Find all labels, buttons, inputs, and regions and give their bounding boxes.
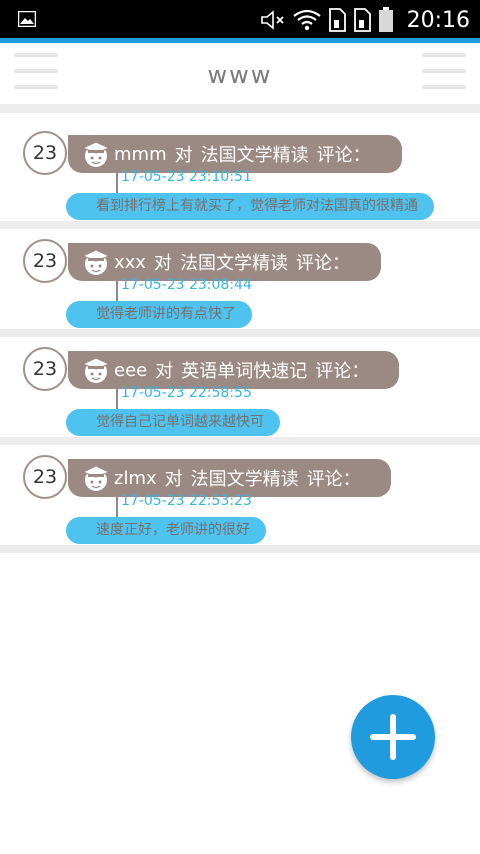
- comment-card[interactable]: 23 eee 对 英语单词快速记 评论： 17-05-23 22:58:55 觉…: [0, 337, 480, 445]
- row-separator: [0, 329, 480, 337]
- username: mmm: [114, 143, 167, 165]
- graduate-avatar-icon: [82, 357, 110, 383]
- image-icon: [18, 11, 36, 27]
- graduate-avatar-icon: [82, 141, 110, 167]
- comment-header-pill: zlmx 对 法国文学精读 评论：: [68, 459, 391, 497]
- row-separator: [0, 437, 480, 445]
- row-separator: [0, 545, 480, 553]
- comment-card[interactable]: 23 xxx 对 法国文学精读 评论： 17-05-23 23:08:44 觉得…: [0, 229, 480, 337]
- battery-icon: [378, 7, 393, 32]
- page-title: www: [207, 61, 273, 89]
- sim1-icon: [328, 8, 346, 32]
- add-button[interactable]: [351, 695, 435, 779]
- status-bar: 20:16: [0, 0, 480, 38]
- graduate-avatar-icon: [82, 249, 110, 275]
- verb-text: 对: [155, 361, 174, 382]
- action-text: 评论：: [295, 253, 350, 274]
- mute-icon: [260, 10, 284, 30]
- username: zlmx: [114, 467, 157, 489]
- comment-bubble: 看到排行榜上有就买了，觉得老师对法国真的很精通: [66, 193, 434, 220]
- count-badge: 23: [23, 239, 67, 283]
- course-name: 英语单词快速记: [181, 361, 308, 382]
- comment-card[interactable]: 23 zlmx 对 法国文学精读 评论： 17-05-23 22:53:23 速…: [0, 445, 480, 553]
- comment-header-pill: mmm 对 法国文学精读 评论：: [68, 135, 402, 173]
- comment-header-pill: eee 对 英语单词快速记 评论：: [68, 351, 399, 389]
- verb-text: 对: [153, 253, 172, 274]
- comment-time: 17-05-23 23:10:51: [121, 169, 252, 185]
- action-text: 评论：: [306, 469, 361, 490]
- graduate-avatar-icon: [82, 465, 110, 491]
- comment-time: 17-05-23 22:58:55: [121, 385, 252, 401]
- comment-time: 17-05-23 23:08:44: [121, 277, 252, 293]
- plus-icon-vertical: [390, 714, 396, 760]
- course-name: 法国文学精读: [200, 145, 309, 166]
- course-name: 法国文学精读: [179, 253, 288, 274]
- status-time: 20:16: [406, 7, 470, 33]
- divider: [0, 104, 480, 113]
- row-separator: [0, 221, 480, 229]
- sim2-icon: [353, 8, 371, 32]
- count-badge: 23: [23, 455, 67, 499]
- comment-bubble: 速度正好，老师讲的很好: [66, 517, 266, 544]
- app-bar: www: [0, 43, 480, 105]
- username: xxx: [114, 251, 146, 273]
- right-menu-button[interactable]: [422, 53, 466, 97]
- comment-card[interactable]: 23 mmm 对 法国文学精读 评论： 17-05-23 23:10:51 看到…: [0, 121, 480, 229]
- comment-bubble: 觉得老师讲的有点快了: [66, 301, 252, 328]
- comment-time: 17-05-23 22:53:23: [121, 493, 252, 509]
- comment-bubble: 觉得自己记单词越来越快可: [66, 409, 280, 436]
- count-badge: 23: [23, 347, 67, 391]
- verb-text: 对: [174, 145, 193, 166]
- count-badge: 23: [23, 131, 67, 175]
- username: eee: [114, 359, 148, 381]
- action-text: 评论：: [316, 145, 371, 166]
- wifi-icon: [292, 9, 321, 31]
- action-text: 评论：: [315, 361, 370, 382]
- verb-text: 对: [164, 469, 183, 490]
- course-name: 法国文学精读: [190, 469, 299, 490]
- comment-header-pill: xxx 对 法国文学精读 评论：: [68, 243, 381, 281]
